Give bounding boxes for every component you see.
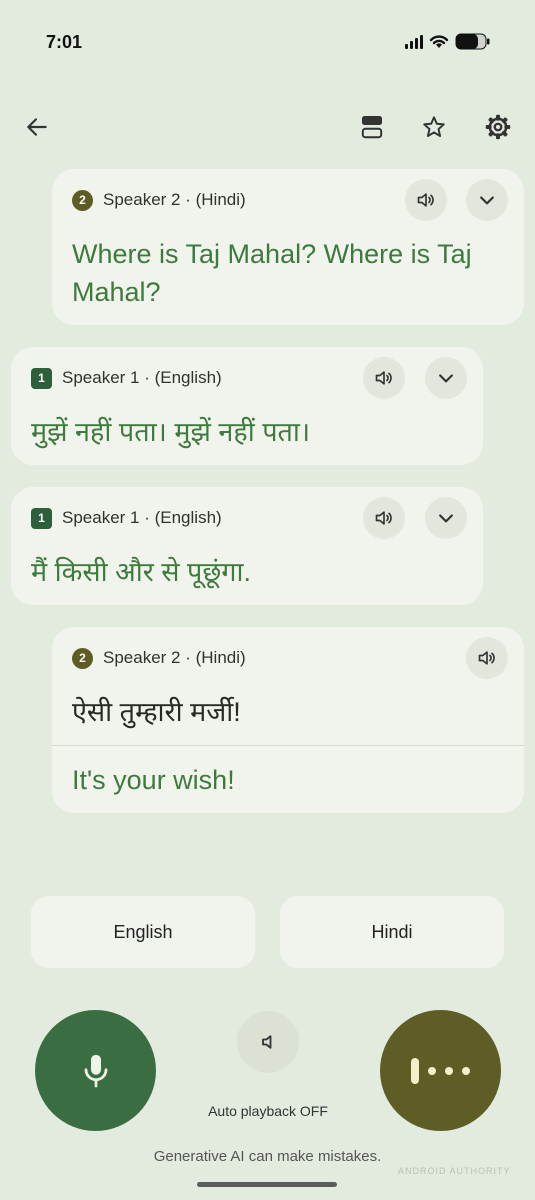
speaker-label: Speaker 2 · (Hindi): [103, 190, 246, 209]
play-audio-button[interactable]: [405, 179, 447, 221]
star-outline-icon: [423, 116, 445, 137]
status-icons: [405, 33, 491, 50]
signal-icon: [405, 34, 423, 49]
more-button[interactable]: [380, 1010, 501, 1131]
speaker-muted-icon: [262, 1035, 272, 1049]
battery-icon: [455, 33, 490, 50]
message-card: 2 Speaker 2 · (Hindi) ऐसी तुम्हारी मर्जी…: [52, 627, 524, 813]
mic-button[interactable]: [35, 1010, 156, 1131]
arrow-back-icon: [27, 118, 47, 136]
speaker-2-badge: 2: [72, 647, 93, 669]
expand-button[interactable]: [466, 179, 508, 221]
gear-icon: [485, 114, 511, 140]
speaker-1-badge: 1: [31, 367, 52, 389]
language-english-button[interactable]: English: [31, 896, 255, 968]
message-card: 2 Speaker 2 · (Hindi) Where is Taj Mahal…: [52, 169, 524, 325]
play-audio-button[interactable]: [466, 637, 508, 679]
split-view-button[interactable]: [352, 107, 392, 147]
split-view-icon: [361, 116, 383, 139]
speaker-label: Speaker 1 · (English): [62, 368, 222, 387]
watermark: ANDROID AUTHORITY: [398, 1166, 511, 1176]
favorite-button[interactable]: [414, 107, 454, 147]
volume-icon: [375, 371, 392, 385]
divider: [52, 745, 524, 746]
translation-text: It's your wish!: [72, 765, 235, 795]
expand-button[interactable]: [425, 357, 467, 399]
volume-icon: [417, 193, 434, 207]
disclaimer-text: Generative AI can make mistakes.: [153, 1148, 382, 1165]
back-button[interactable]: [17, 107, 57, 147]
play-audio-button[interactable]: [363, 497, 405, 539]
speaker-2-badge: 2: [72, 189, 93, 211]
message-text: Where is Taj Mahal? Where is Taj Mahal?: [72, 239, 472, 307]
volume-icon: [478, 651, 495, 665]
chevron-down-icon: [480, 196, 494, 205]
settings-button[interactable]: [478, 107, 518, 147]
message-text: मुझें नहीं पता। मुझें नहीं पता।: [31, 417, 311, 447]
more-dots-icon: [411, 1057, 470, 1084]
language-hindi-button[interactable]: Hindi: [280, 896, 504, 968]
expand-button[interactable]: [425, 497, 467, 539]
volume-icon: [375, 511, 392, 525]
home-indicator[interactable]: [197, 1182, 337, 1187]
status-time: 7:01: [46, 32, 83, 52]
original-text: ऐसी तुम्हारी मर्जी!: [72, 697, 241, 727]
speaker-1-badge: 1: [31, 507, 52, 529]
auto-playback-label: Auto playback OFF: [208, 1103, 328, 1119]
chevron-down-icon: [439, 374, 453, 383]
message-card: 1 Speaker 1 · (English) मुझें नहीं पता। …: [11, 347, 483, 465]
speaker-label: Speaker 1 · (English): [62, 508, 222, 527]
message-text: मैं किसी और से पूछूंगा.: [31, 557, 251, 587]
chevron-down-icon: [439, 514, 453, 523]
message-card: 1 Speaker 1 · (English) मैं किसी और से प…: [11, 487, 483, 605]
play-audio-button[interactable]: [363, 357, 405, 399]
speaker-label: Speaker 2 · (Hindi): [103, 648, 246, 667]
wifi-icon: [429, 35, 449, 48]
auto-playback-button[interactable]: [237, 1011, 299, 1073]
microphone-icon: [84, 1054, 107, 1087]
